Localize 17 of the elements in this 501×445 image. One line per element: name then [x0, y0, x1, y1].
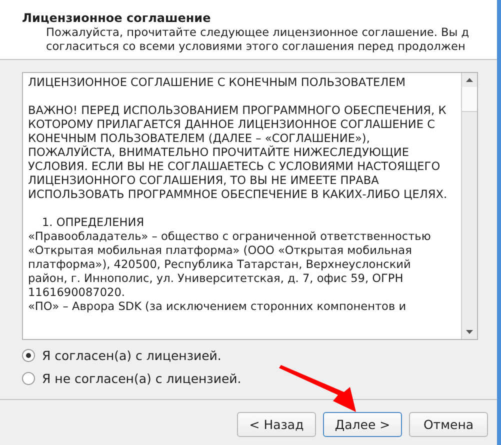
radio-button[interactable]: [22, 372, 35, 385]
wizard-button[interactable]: < Назад: [237, 412, 316, 437]
license-text-area[interactable]: [22, 72, 478, 340]
license-paragraph: ЛИЦЕНЗИОННОЕ СОГЛАШЕНИЕ С КОНЕЧНЫМ ПОЛЬЗОВАТЕЛЕМ: [28, 76, 407, 90]
section-title: Лицензионное соглашение: [22, 11, 212, 26]
license-paragraph: «Правообладатель» – общество с ограниченной ответственностью «Открытая мобильная платформа» (ООО «Открытая мобильная платформа»), 420500, Республика Татарстан, Верхнеуслонский район, г. Иннополис, ул. Университетская, д. 7, офис 59, ОГРН 1161690087020.: [28, 230, 432, 300]
description-text: Пожалуйста, прочитайте следующее лицензионное соглашение. Вы д: [45, 26, 470, 40]
license-paragraph: «ПО» – Аврора SDK (за исключением сторонних компонентов и: [28, 300, 408, 314]
scrollbar-thumb[interactable]: [462, 86, 477, 112]
radio-label[interactable]: Я согласен(а) с лицензией.: [42, 348, 222, 363]
section-heading: 1. ОПРЕДЕЛЕНИЯ: [41, 216, 146, 230]
radio-button[interactable]: [22, 348, 35, 362]
wizard-button[interactable]: Далее >: [323, 412, 402, 437]
license-paragraph: ВАЖНО! ПЕРЕД ИСПОЛЬЗОВАНИЕМ ПРОГРАММНОГО ОБЕСПЕЧЕНИЯ, К КОТОРОМУ ПРИЛАГАЕТСЯ ДАННОЕ ЛИЦЕНЗИОННОЕ СОГЛАШЕНИЕ С КОНЕЧНЫМ ПОЛЬЗОВАТЕЛЕМ (ДАЛЕЕ – «СОГЛАШЕНИЕ»), ПОЖАЛУЙСТА, ВНИМАТЕЛЬНО ПРОЧИТАЙТЕ НИЖЕСЛЕДУЮЩИЕ УСЛОВИЯ. ЕСЛИ ВЫ НЕ СОГЛАШАЕТЕСЬ С УСЛОВИЯМИ НАСТОЯЩЕГО ЛИЦЕНЗИОННОГО СОГЛАШЕНИЯ, ТО ВЫ НЕ ИМЕЕТЕ ПРАВА ИСПОЛЬЗОВАТЬ ПРОГРАММНОЕ ОБЕСПЕЧЕНИЕ В КАКИХ-ЛИБО ЦЕЛЯХ.: [28, 104, 448, 202]
description-text: согласиться со всеми условиями этого соглашения перед продолжен: [45, 40, 466, 54]
wizard-button[interactable]: Отмена: [409, 412, 488, 437]
radio-label[interactable]: Я не согласен(а) с лицензией.: [42, 370, 242, 386]
